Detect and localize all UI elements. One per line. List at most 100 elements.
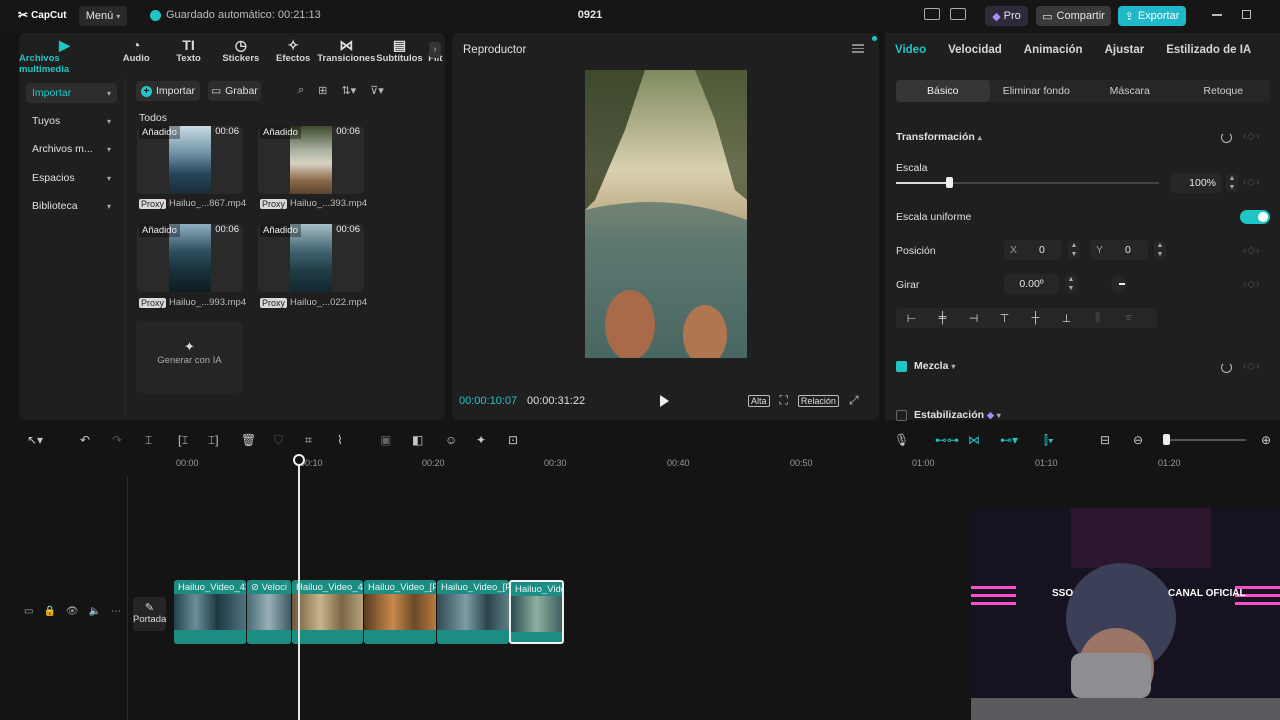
media-item[interactable]: Añadido 00:06 (258, 126, 364, 194)
shortcuts-icon[interactable] (950, 8, 966, 20)
align-bottom-icon[interactable]: ⊥ (1051, 312, 1082, 325)
subtab-retouch[interactable]: Retoque (1177, 80, 1271, 102)
sidebar-item-import[interactable]: Importar ▾ (26, 83, 117, 103)
tab-animation[interactable]: Animación (1024, 44, 1083, 56)
mirror-icon[interactable]: ◧ (412, 433, 423, 447)
keyframe-icon[interactable]: ‹◇› (1243, 177, 1260, 188)
rotate-dial[interactable] (1111, 276, 1127, 292)
timeline-clip[interactable]: Hailuo_Video_[Pu (364, 580, 436, 644)
zoom-in-icon[interactable]: ⊕ (1261, 433, 1271, 447)
position-x-input[interactable]: X0 (1004, 240, 1062, 260)
timeline-clip[interactable]: Hailuo_Video_426 (292, 580, 363, 644)
preview-axis-icon[interactable]: ⫿▾ (1044, 433, 1054, 448)
keyframe-icon[interactable]: ‹◇› (1243, 361, 1260, 372)
more-icon[interactable]: ⋯ (111, 606, 121, 617)
tab-video[interactable]: Video (895, 44, 926, 56)
timeline-clip[interactable]: ⊘ Veloci (247, 580, 291, 644)
tab-media[interactable]: ▶ Archivos multimedia (19, 33, 110, 75)
remove-bg-icon[interactable]: ☺ (445, 433, 457, 447)
timeline-zoom-handle[interactable] (1163, 434, 1170, 445)
media-item[interactable]: Añadido 00:06 (258, 224, 364, 292)
grid-view-icon[interactable]: ⊞ (318, 84, 327, 97)
fullscreen-focus-icon[interactable]: ⛶ (780, 393, 788, 408)
keyframe-icon[interactable]: ‹◇› (1243, 131, 1260, 142)
scale-slider-handle[interactable] (946, 177, 953, 188)
magnet-icon[interactable]: ⋈ (968, 433, 980, 447)
play-icon[interactable] (660, 395, 669, 407)
tab-stickers[interactable]: ◷ Stickers (215, 33, 267, 69)
split-icon[interactable]: ⌶ (145, 433, 152, 448)
timeline-ruler[interactable] (175, 455, 1275, 473)
scale-input[interactable]: 100% (1170, 173, 1222, 193)
lock-icon[interactable]: 🔒 (43, 606, 55, 617)
pro-button[interactable]: ◆ Pro (985, 6, 1028, 26)
hd-icon[interactable]: ⊡ (508, 433, 518, 447)
delete-icon[interactable]: 🗑 (241, 433, 256, 447)
media-item[interactable]: Añadido 00:06 (137, 224, 243, 292)
search-icon[interactable]: ⌕ (298, 84, 304, 97)
import-button[interactable]: + Importar (136, 81, 200, 101)
tab-speed[interactable]: Velocidad (948, 44, 1002, 56)
generate-ai-button[interactable]: ✦ Generar con IA (136, 321, 243, 393)
magic-icon[interactable]: ✦ (476, 433, 486, 447)
timeline-clip[interactable]: Hailuo_Video_[P (437, 580, 509, 644)
align-left-icon[interactable]: ⊢ (896, 312, 927, 325)
fit-timeline-icon[interactable]: ⊟ (1100, 433, 1110, 447)
timeline-clip[interactable]: Hailuo_Video_426 (174, 580, 246, 644)
trim-left-icon[interactable]: [⌶ (178, 433, 189, 448)
sidebar-item-library[interactable]: Biblioteca ▾ (26, 196, 117, 216)
align-center-h-icon[interactable]: ╪ (927, 312, 958, 324)
tabs-scroll-right-icon[interactable]: › (429, 42, 441, 58)
track-screen-icon[interactable]: ▭ (24, 606, 33, 617)
align-top-icon[interactable]: ⊤ (989, 312, 1020, 325)
ratio-button[interactable]: Relación (797, 394, 839, 407)
subtab-basic[interactable]: Básico (896, 80, 990, 102)
sort-icon[interactable]: ⇅▾ (341, 84, 356, 97)
reset-icon[interactable] (1221, 132, 1232, 143)
undo-icon[interactable]: ↶ (80, 433, 90, 447)
volume-icon[interactable]: 🔈 (89, 606, 101, 617)
blend-section-title[interactable]: Mezcla ▾ (914, 360, 955, 372)
link-main-track-icon[interactable]: ⊷⊶ (935, 433, 959, 447)
cover-button[interactable]: ✎ Portada (133, 597, 166, 631)
stabilize-section-title[interactable]: Estabilización ◆ ▾ (914, 409, 1001, 421)
reset-icon[interactable] (1221, 362, 1232, 373)
sidebar-item-media-files[interactable]: Archivos m... ▾ (26, 139, 117, 159)
keyframe-icon[interactable]: ‹◇› (1243, 245, 1260, 256)
tab-adjust[interactable]: Ajustar (1105, 44, 1145, 56)
position-y-stepper-icon[interactable]: ▲ ▼ (1154, 241, 1166, 259)
layout-icon[interactable] (924, 8, 940, 20)
align-right-icon[interactable]: ⊣ (958, 312, 989, 325)
trim-right-icon[interactable]: ⌶] (208, 433, 219, 448)
record-button[interactable]: ▭ Grabar (208, 81, 261, 101)
media-item[interactable]: Añadido 00:06 (137, 126, 243, 194)
maximize-icon[interactable] (1242, 10, 1251, 19)
microphone-icon[interactable]: 🎙 (894, 433, 909, 447)
speed-curve-icon[interactable]: ⌇ (337, 433, 343, 447)
select-tool-icon[interactable]: ↖▾ (27, 433, 43, 447)
menu-icon[interactable] (852, 44, 864, 53)
menu-button[interactable]: Menú ▾ (79, 6, 127, 26)
rotate-input[interactable]: 0.00º (1004, 274, 1059, 294)
share-button[interactable]: ▭ Compartir (1036, 6, 1111, 26)
tab-subtitles[interactable]: ▤ Subtítulos (373, 33, 425, 69)
align-center-v-icon[interactable]: ┼ (1020, 312, 1051, 324)
rotate-stepper-icon[interactable]: ▲ ▼ (1065, 275, 1077, 293)
transform-section-title[interactable]: Transformación ▴ (896, 131, 982, 143)
minimize-icon[interactable] (1212, 14, 1222, 16)
subtab-mask[interactable]: Máscara (1083, 80, 1177, 102)
subtab-remove-bg[interactable]: Eliminar fondo (990, 80, 1084, 102)
stabilize-checkbox[interactable] (896, 410, 907, 421)
sidebar-item-yours[interactable]: Tuyos ▾ (26, 111, 117, 131)
keyframe-icon[interactable]: ‹◇› (1243, 279, 1260, 290)
position-y-input[interactable]: Y0 (1090, 240, 1148, 260)
position-x-stepper-icon[interactable]: ▲ ▼ (1068, 241, 1080, 259)
expand-icon[interactable]: ⤢ (849, 393, 859, 408)
scale-stepper-icon[interactable]: ▲ ▼ (1226, 174, 1238, 192)
quality-button[interactable]: Alta (748, 394, 770, 407)
eye-icon[interactable]: 👁 (66, 606, 79, 617)
tab-ai-style[interactable]: Estilizado de IA (1166, 44, 1251, 56)
tab-text[interactable]: TI Texto (162, 33, 214, 69)
link-clips-icon[interactable]: ⊷▾ (1000, 433, 1018, 447)
uniform-scale-toggle[interactable] (1240, 210, 1270, 224)
